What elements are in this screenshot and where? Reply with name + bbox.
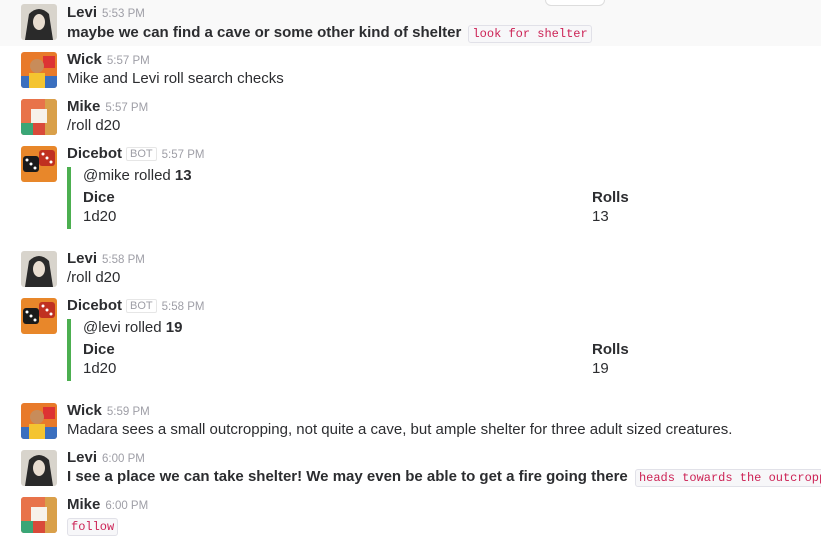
bot-badge: BOT [126,299,157,313]
timestamp[interactable]: 5:58 PM [102,254,145,266]
field-label-rolls: Rolls [592,189,629,206]
wick-avatar[interactable] [21,52,57,88]
levi-avatar[interactable] [21,450,57,486]
username[interactable]: Mike [67,496,100,513]
dice-avatar[interactable] [21,146,57,182]
message-text: Mike and Levi roll search checks [67,70,284,87]
reaction-pill[interactable] [545,0,605,6]
message-header: Levi 5:58 PM [67,250,145,268]
timestamp[interactable]: 6:00 PM [102,453,145,465]
timestamp[interactable]: 5:57 PM [107,55,150,67]
username[interactable]: Wick [67,51,102,68]
field-label-rolls: Rolls [592,341,629,358]
message-text: Madara sees a small outcropping, not qui… [67,421,733,438]
timestamp[interactable]: 5:57 PM [105,102,148,114]
message-header: Mike 6:00 PM [67,496,148,514]
bot-badge: BOT [126,147,157,161]
message: Wick 5:59 PM Madara sees a small outcropp… [0,402,821,448]
message-body: maybe we can find a cave or some other k… [67,24,462,41]
timestamp[interactable]: 5:59 PM [107,406,150,418]
message-header: Wick 5:59 PM [67,402,150,420]
timestamp[interactable]: 6:00 PM [105,500,148,512]
username[interactable]: Mike [67,98,100,115]
message-header: Wick 5:57 PM [67,51,150,69]
message: Mike 5:57 PM /roll d20 [0,98,821,144]
message-header: Dicebot BOT 5:58 PM [67,297,204,315]
message: Dicebot BOT 5:58 PM @levi rolled 19 Dice 1… [0,297,821,397]
username[interactable]: Dicebot [67,297,122,314]
message-header: Dicebot BOT 5:57 PM [67,145,204,163]
field-value-dice: 1d20 [83,360,117,377]
roll-summary: @mike rolled 13 [83,167,192,184]
username[interactable]: Dicebot [67,145,122,162]
message-text: /roll d20 [67,117,121,134]
username[interactable]: Levi [67,4,97,21]
field-value-rolls: 13 [592,208,609,225]
wick-avatar[interactable] [21,403,57,439]
inline-code: follow [67,518,119,536]
roll-summary: @levi rolled 19 [83,319,182,336]
mike-avatar[interactable] [21,99,57,135]
username[interactable]: Wick [67,402,102,419]
message: Dicebot BOT 5:57 PM @mike rolled 13 Dice 1… [0,145,821,245]
timestamp[interactable]: 5:57 PM [162,149,205,161]
roll-result: 19 [165,319,183,336]
message: Levi 6:00 PM I see a place we can take sh… [0,449,821,495]
message: Mike 6:00 PM follow [0,496,821,541]
message-header: Mike 5:57 PM [67,98,148,116]
field-value-dice: 1d20 [83,208,117,225]
timestamp[interactable]: 5:53 PM [102,8,145,20]
message-text: I see a place we can take shelter! We ma… [67,468,821,487]
message: Levi 5:58 PM /roll d20 [0,250,821,296]
mike-avatar[interactable] [21,497,57,533]
message-body: I see a place we can take shelter! We ma… [67,468,628,485]
username[interactable]: Levi [67,449,97,466]
message: Wick 5:57 PM Mike and Levi roll search ch… [0,51,821,97]
attachment: @mike rolled 13 Dice 1d20 Rolls 13 [67,167,811,229]
field-value-rolls: 19 [592,360,609,377]
message-header: Levi 5:53 PM [67,4,145,22]
mention[interactable]: @mike rolled [83,167,175,184]
mention[interactable]: @levi rolled [83,319,166,336]
inline-code: heads towards the outcropping [634,469,821,487]
field-label-dice: Dice [83,189,115,206]
levi-avatar[interactable] [21,251,57,287]
username[interactable]: Levi [67,250,97,267]
levi-avatar[interactable] [21,4,57,40]
message-text: maybe we can find a cave or some other k… [67,24,592,43]
message: Levi 5:53 PM maybe we can find a cave or … [0,0,821,46]
message-header: Levi 6:00 PM [67,449,145,467]
timestamp[interactable]: 5:58 PM [162,301,205,313]
dice-avatar[interactable] [21,298,57,334]
field-label-dice: Dice [83,341,115,358]
roll-result: 13 [174,167,192,184]
inline-code: look for shelter [468,25,592,43]
message-text: /roll d20 [67,269,121,286]
attachment: @levi rolled 19 Dice 1d20 Rolls 19 [67,319,811,381]
message-text: follow [67,517,119,536]
